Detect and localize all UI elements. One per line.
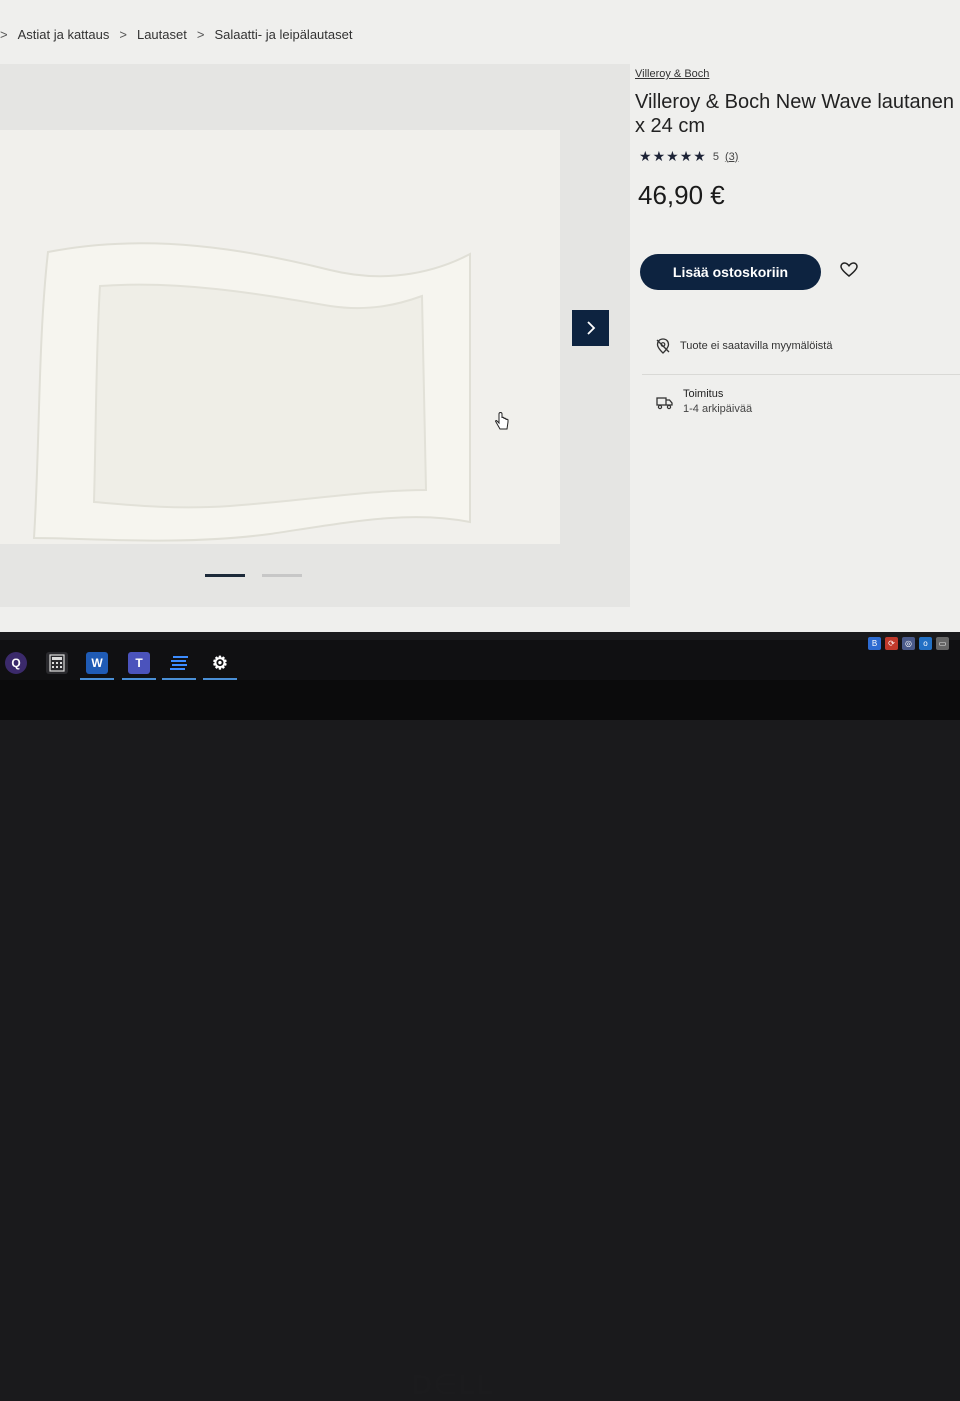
brand-link[interactable]: Villeroy & Boch [635,68,709,80]
star-icon: ★ [679,148,693,164]
display-icon[interactable]: ▭ [936,637,949,650]
store-availability: Tuote ei saatavilla myymälöistä [656,338,832,354]
product-title: Villeroy & Boch New Wave lautanen x 24 c… [635,91,955,137]
security-icon[interactable]: ◎ [902,637,915,650]
settings-icon[interactable]: ⚙ [209,652,231,674]
breadcrumb-separator: > [196,26,205,42]
quest-icon[interactable]: Q [5,652,27,674]
gallery-indicator[interactable] [262,574,302,577]
star-icon: ★ [639,148,652,164]
hand-cursor-icon [495,412,509,430]
breadcrumb: > Astiat ja kattaus > Lautaset > Salaatt… [0,24,356,44]
star-icon: ★ [666,148,679,164]
word-icon[interactable]: W [86,652,108,674]
monitor-bezel: D∈LL [0,680,960,1400]
breadcrumb-item-lautaset[interactable]: Lautaset [133,27,191,42]
store-unavailable-icon [656,338,670,354]
product-info: Villeroy & Boch Villeroy & Boch New Wave… [634,64,960,624]
stream-lines-icon [170,656,188,670]
product-price: 46,90 € [638,180,725,210]
delivery-time: 1-4 arkipäivää [683,403,753,415]
delivery-title: Toimitus [683,388,724,400]
rating-value: 5 [712,150,719,163]
monitor-logo: D∈LL [412,1369,495,1400]
add-to-cart-button[interactable]: Lisää ostoskoriin [640,254,821,290]
outlook-icon[interactable]: o [919,637,932,650]
word-letter: W [91,656,103,670]
gallery-indicator-active[interactable] [205,574,245,577]
delivery-info: Toimitus 1-4 arkipäivää [656,388,752,415]
availability-text: Tuote ei saatavilla myymälöistä [680,340,833,352]
star-icon: ★ [693,148,706,164]
product-rating[interactable]: ★ ★ ★ ★ ★ 5 (3) [639,148,738,165]
system-tray: B ⟳ ◎ o ▭ [868,637,949,650]
breadcrumb-item-astiat[interactable]: Astiat ja kattaus [14,27,114,42]
heart-icon[interactable] [840,262,858,278]
breadcrumb-separator: > [119,26,127,42]
product-image[interactable] [0,130,560,544]
teams-letter: T [135,656,143,670]
browser-page: > Astiat ja kattaus > Lautaset > Salaatt… [0,0,960,632]
divider [642,374,960,375]
truck-icon [656,397,673,410]
next-image-button[interactable] [572,310,609,346]
product-gallery [0,64,630,607]
breadcrumb-item-salaatti[interactable]: Salaatti- ja leipälautaset [210,27,356,42]
breadcrumb-separator: > [0,26,8,42]
chevron-right-icon [586,321,595,335]
sync-icon[interactable]: ⟳ [885,637,898,650]
quest-letter: Q [11,656,21,670]
bluetooth-icon[interactable]: B [868,637,881,650]
rating-count-link[interactable]: (3) [725,151,738,163]
star-icon: ★ [652,148,666,164]
teams-icon[interactable]: T [128,652,150,674]
calculator-grid-icon [49,654,65,672]
stream-icon[interactable] [168,652,190,674]
calculator-icon[interactable] [46,652,68,674]
plate-image [32,242,471,542]
